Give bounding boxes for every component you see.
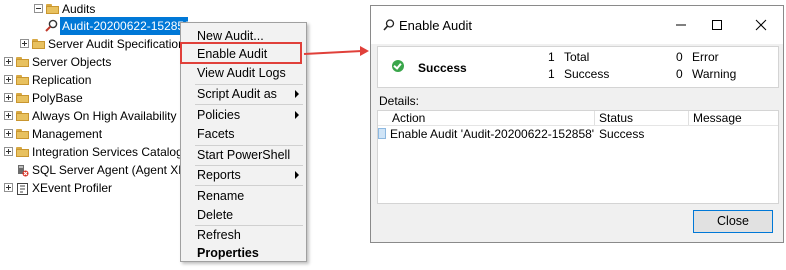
success-label: Success: [564, 67, 610, 81]
menu-item-properties[interactable]: Properties: [197, 244, 259, 262]
tree-node-label: Audit-20200622-152858: [60, 17, 188, 35]
success-count: 1: [548, 67, 555, 81]
menu-item-refresh[interactable]: Refresh: [197, 226, 241, 244]
folder-icon: [46, 4, 59, 14]
tree-node-audit-item[interactable]: Audit-20200622-152858: [0, 17, 188, 35]
column-header-action[interactable]: Action: [388, 111, 595, 125]
close-icon[interactable]: [751, 15, 771, 35]
menu-item-facets[interactable]: Facets: [197, 125, 235, 143]
expand-icon[interactable]: [4, 57, 13, 66]
details-grid[interactable]: Action Status Message Enable Audit 'Audi…: [377, 110, 779, 204]
folder-icon: [16, 57, 29, 67]
enable-audit-highlight: [180, 42, 302, 64]
total-count: 1: [548, 50, 555, 64]
expand-icon[interactable]: [4, 183, 13, 192]
tree-node-management[interactable]: Management: [0, 125, 180, 143]
tree-node-label: Management: [32, 127, 103, 141]
callout-arrow-line: [303, 49, 362, 55]
dialog-titlebar: Enable Audit: [371, 6, 783, 44]
summary-panel: Success 1 Total 1 Success 0 Error 0 Warn…: [377, 46, 779, 88]
folder-icon: [16, 129, 29, 139]
menu-item-policies[interactable]: Policies: [197, 106, 240, 124]
minimize-icon[interactable]: [671, 15, 691, 35]
collapse-icon[interactable]: [34, 4, 43, 13]
tree-node-label: Server Objects: [32, 55, 112, 69]
sql-agent-icon: [16, 164, 29, 177]
error-label: Error: [692, 50, 719, 64]
audit-icon: [44, 19, 60, 33]
total-label: Total: [564, 50, 590, 64]
tree-node-always-on[interactable]: Always On High Availability: [0, 107, 180, 125]
folder-icon: [16, 147, 29, 157]
overall-status: Success: [418, 61, 467, 75]
tree-node-xevent-profiler[interactable]: XEvent Profiler: [0, 179, 180, 197]
tree-node-label: Audits: [62, 2, 96, 16]
menu-item-script-audit-as[interactable]: Script Audit as: [197, 85, 277, 103]
callout-arrow-head: [360, 46, 369, 56]
search-icon: [383, 19, 395, 31]
expand-icon[interactable]: [4, 75, 13, 84]
table-row-action: Enable Audit 'Audit-20200622-152858': [390, 127, 595, 141]
dialog-title: Enable Audit: [399, 18, 473, 33]
expand-icon[interactable]: [20, 39, 29, 48]
tree-node-label: Always On High Availability: [32, 109, 177, 123]
expand-icon[interactable]: [4, 147, 13, 156]
enable-audit-dialog: Enable Audit Success 1 Total 1 Success 0…: [370, 5, 784, 243]
tree-node-label: PolyBase: [32, 91, 83, 105]
tree-node-label: Replication: [32, 73, 92, 87]
warning-label: Warning: [692, 67, 737, 81]
tree-node-sql-agent[interactable]: SQL Server Agent (Agent XPs disabled): [0, 161, 180, 179]
success-check-icon: [392, 60, 404, 72]
row-marker-icon: [378, 128, 386, 139]
submenu-arrow-icon: [295, 171, 299, 179]
submenu-arrow-icon: [295, 111, 299, 119]
submenu-arrow-icon: [295, 90, 299, 98]
menu-item-delete[interactable]: Delete: [197, 206, 233, 224]
folder-icon: [16, 111, 29, 121]
folder-icon: [16, 93, 29, 103]
expand-icon[interactable]: [4, 111, 13, 120]
menu-separator: [195, 104, 303, 105]
tree-node-server-audit-spec[interactable]: Server Audit Specification: [0, 35, 180, 53]
folder-icon: [32, 39, 45, 49]
expand-icon[interactable]: [4, 93, 13, 102]
tree-node-label: SQL Server Agent (Agent XPs disabled): [32, 163, 180, 177]
warning-count: 0: [676, 67, 683, 81]
menu-separator: [195, 185, 303, 186]
tree-node-label: Integration Services Catalogs: [32, 145, 180, 159]
column-header-status[interactable]: Status: [595, 111, 689, 125]
tree-node-audits[interactable]: Audits: [0, 0, 180, 18]
tree-node-label: Server Audit Specification: [48, 37, 180, 51]
close-button[interactable]: Close: [693, 210, 773, 233]
table-row-status: Success: [599, 127, 645, 141]
menu-item-rename[interactable]: Rename: [197, 187, 244, 205]
maximize-icon[interactable]: [707, 15, 727, 35]
error-count: 0: [676, 50, 683, 64]
column-header-message[interactable]: Message: [689, 111, 778, 125]
tree-node-server-objects[interactable]: Server Objects: [0, 53, 180, 71]
xevent-icon: [17, 182, 28, 195]
folder-icon: [16, 75, 29, 85]
details-label: Details:: [379, 94, 420, 108]
grid-header-divider: [378, 125, 778, 126]
tree-node-polybase[interactable]: PolyBase: [0, 89, 180, 107]
expand-icon[interactable]: [4, 129, 13, 138]
tree-node-integration-services[interactable]: Integration Services Catalogs: [0, 143, 180, 161]
menu-item-start-powershell[interactable]: Start PowerShell: [197, 146, 290, 164]
tree-node-replication[interactable]: Replication: [0, 71, 180, 89]
menu-item-reports[interactable]: Reports: [197, 166, 241, 184]
tree-node-label: XEvent Profiler: [32, 181, 113, 195]
menu-item-view-audit-logs[interactable]: View Audit Logs: [197, 64, 286, 82]
